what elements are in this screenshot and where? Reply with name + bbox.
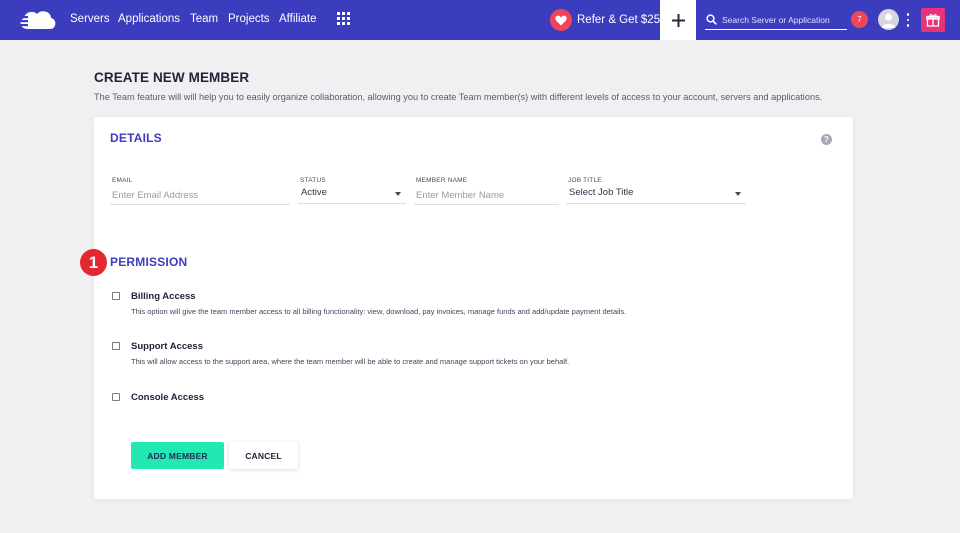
step-number-badge: 1 [80, 249, 107, 276]
chevron-down-icon [735, 192, 741, 196]
console-access-label[interactable]: Console Access [131, 392, 204, 403]
add-new-button[interactable] [660, 0, 696, 40]
add-member-button[interactable]: ADD MEMBER [131, 442, 224, 469]
member-name-field[interactable] [414, 187, 559, 205]
nav-servers[interactable]: Servers [70, 13, 110, 25]
grid-icon[interactable] [337, 12, 350, 25]
job-title-select[interactable]: Select Job Title [566, 186, 746, 204]
job-title-label: JOB TITLE [568, 177, 602, 184]
user-avatar-icon[interactable] [878, 9, 899, 30]
nav-projects[interactable]: Projects [228, 13, 270, 25]
plus-icon [671, 13, 685, 27]
nav-team[interactable]: Team [190, 13, 218, 25]
search-input[interactable] [722, 14, 842, 25]
support-access-label[interactable]: Support Access [131, 341, 203, 352]
gift-icon[interactable] [921, 8, 945, 32]
search-box [705, 10, 847, 30]
console-access-checkbox[interactable] [112, 393, 120, 401]
top-navbar: Servers Applications Team Projects Affil… [0, 0, 960, 40]
heart-icon [550, 9, 572, 31]
nav-applications[interactable]: Applications [118, 13, 180, 25]
job-title-value: Select Job Title [569, 187, 634, 198]
support-access-description: This will allow access to the support ar… [131, 357, 570, 366]
status-select[interactable]: Active [298, 186, 406, 204]
cloud-logo-icon[interactable] [14, 7, 58, 33]
billing-access-checkbox[interactable] [112, 292, 120, 300]
nav-affiliate[interactable]: Affiliate [279, 13, 317, 25]
notification-badge[interactable]: 7 [851, 11, 868, 28]
permission-title: PERMISSION [110, 255, 188, 269]
status-value: Active [301, 187, 327, 198]
billing-access-label[interactable]: Billing Access [131, 291, 196, 302]
refer-button[interactable]: Refer & Get $25 [550, 8, 660, 32]
help-icon[interactable]: ? [821, 134, 832, 145]
member-name-label: MEMBER NAME [416, 177, 468, 184]
details-title: DETAILS [110, 131, 162, 145]
page-title: CREATE NEW MEMBER [94, 70, 250, 85]
support-access-checkbox[interactable] [112, 342, 120, 350]
refer-label: Refer & Get $25 [577, 14, 661, 26]
search-icon [706, 14, 717, 25]
email-field[interactable] [110, 187, 290, 205]
status-label: STATUS [300, 177, 326, 184]
billing-access-description: This option will give the team member ac… [131, 307, 627, 316]
chevron-down-icon [395, 192, 401, 196]
email-label: EMAIL [112, 177, 133, 184]
kebab-menu-icon[interactable] [906, 13, 910, 27]
page-description: The Team feature will will help you to e… [94, 92, 823, 102]
cancel-button[interactable]: CANCEL [229, 442, 298, 469]
